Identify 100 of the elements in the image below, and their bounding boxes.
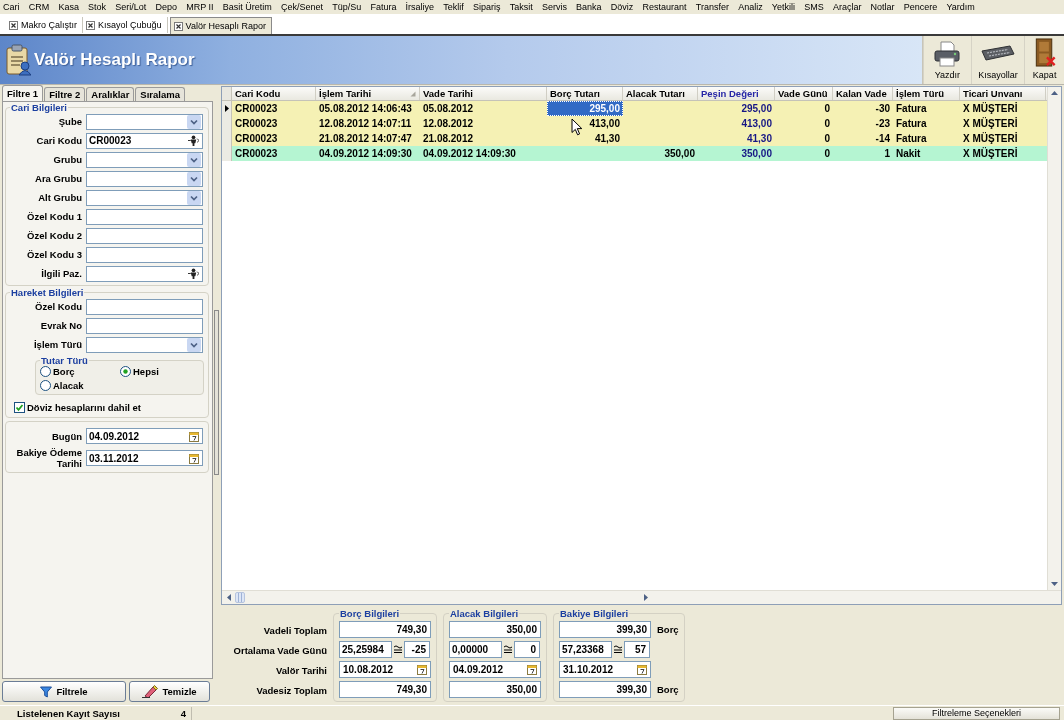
row-selector[interactable] xyxy=(222,101,232,116)
calendar-icon[interactable] xyxy=(527,663,537,675)
action-button[interactable]: Temizle xyxy=(129,681,210,702)
column-header[interactable]: Vade Tarihi xyxy=(420,87,547,100)
menu-item[interactable]: Sipariş xyxy=(468,0,506,14)
checkbox[interactable] xyxy=(14,402,25,413)
tab[interactable]: Filtre 1 xyxy=(2,85,44,101)
chevron-down-icon[interactable] xyxy=(187,152,201,167)
number-field[interactable]: 57,23368 xyxy=(559,640,612,658)
menu-item[interactable]: Kasa xyxy=(53,0,84,14)
person-icon[interactable] xyxy=(188,268,199,279)
text-field[interactable] xyxy=(86,227,203,244)
tab[interactable]: Aralıklar xyxy=(86,87,135,101)
radio-button[interactable] xyxy=(120,366,131,377)
table-row[interactable]: CR00023 12.08.2012 14:07:11 12.08.2012 413,00 413,00 0 -23 Fatura X MÜŞTERİ xyxy=(222,116,1047,131)
lookup-field[interactable]: CR00023 xyxy=(86,132,203,149)
date-field[interactable]: 04.09.2012 xyxy=(449,660,541,678)
menu-item[interactable]: Tüp/Su xyxy=(327,0,366,14)
triangle-up-icon[interactable] xyxy=(1051,91,1058,95)
radio-button[interactable] xyxy=(40,380,51,391)
close-icon[interactable] xyxy=(9,20,18,30)
close-icon[interactable] xyxy=(173,21,183,31)
column-header[interactable]: Borç Tutarı xyxy=(547,87,623,100)
toolbar-button[interactable]: Kapat xyxy=(1024,36,1064,84)
chevron-down-icon[interactable] xyxy=(187,190,201,205)
menu-item[interactable]: Basit Üretim xyxy=(218,0,277,14)
column-header[interactable]: Peşin Değeri xyxy=(698,87,775,100)
menu-item[interactable]: Pencere xyxy=(899,0,942,14)
action-button[interactable]: Filtrele xyxy=(2,681,126,702)
number-field[interactable]: -25 xyxy=(404,640,430,658)
dropdown-field[interactable] xyxy=(86,113,203,130)
number-field[interactable]: 0,00000 xyxy=(449,640,502,658)
menu-item[interactable]: Notlar xyxy=(866,0,900,14)
menu-item[interactable]: Fatura xyxy=(365,0,401,14)
number-field[interactable]: 25,25984 xyxy=(339,640,392,658)
amount-field[interactable]: 399,30 xyxy=(559,620,651,638)
calendar-icon[interactable] xyxy=(189,452,199,464)
menu-item[interactable]: Araçlar xyxy=(828,0,866,14)
lookup-field[interactable] xyxy=(86,265,203,282)
calendar-icon[interactable] xyxy=(637,663,647,675)
menu-item[interactable]: Banka xyxy=(571,0,607,14)
menu-item[interactable]: SMS xyxy=(799,0,829,14)
table-row[interactable]: CR00023 21.08.2012 14:07:47 21.08.2012 41,30 41,30 0 -14 Fatura X MÜŞTERİ xyxy=(222,131,1047,146)
date-field[interactable]: 31.10.2012 xyxy=(559,660,651,678)
toolbar-button[interactable]: Yazdır xyxy=(923,36,971,84)
column-header[interactable]: İşlem Tarihi xyxy=(316,87,420,100)
number-field[interactable]: 57 xyxy=(624,640,650,658)
amount-field[interactable]: 399,30 xyxy=(559,680,651,698)
menu-item[interactable]: Servis xyxy=(537,0,572,14)
number-field[interactable]: 0 xyxy=(514,640,540,658)
menu-item[interactable]: Teklif xyxy=(438,0,469,14)
calendar-icon[interactable] xyxy=(417,663,427,675)
menu-item[interactable]: Yardım xyxy=(941,0,980,14)
menu-item[interactable]: Cari xyxy=(0,0,25,14)
column-header[interactable]: Ticari Unvanı xyxy=(960,87,1046,100)
column-header[interactable]: Alacak Tutarı xyxy=(623,87,698,100)
menu-item[interactable]: MRP II xyxy=(181,0,219,14)
tab[interactable]: Sıralama xyxy=(135,87,185,101)
close-icon[interactable] xyxy=(86,20,95,30)
document-tab[interactable]: Kısayol Çubuğu xyxy=(83,17,168,33)
menu-item[interactable]: Taksit xyxy=(505,0,538,14)
column-header[interactable]: Vade Günü xyxy=(775,87,833,100)
column-header[interactable]: Kalan Vade xyxy=(833,87,893,100)
horizontal-scrollbar[interactable] xyxy=(222,590,1061,604)
table-row[interactable]: CR00023 05.08.2012 14:06:43 05.08.2012 295,00 295,00 0 -30 Fatura X MÜŞTERİ xyxy=(222,101,1047,116)
menu-item[interactable]: Döviz xyxy=(606,0,638,14)
text-field[interactable] xyxy=(86,208,203,225)
dropdown-field[interactable] xyxy=(86,151,203,168)
toolbar-button[interactable]: Kısayollar xyxy=(970,36,1025,84)
person-icon[interactable] xyxy=(188,135,199,146)
menu-item[interactable]: Çek/Senet xyxy=(276,0,328,14)
splitter-handle[interactable] xyxy=(214,310,219,475)
text-field[interactable] xyxy=(86,317,203,334)
table-row[interactable]: CR00023 04.09.2012 14:09:30 04.09.2012 14:09:30 350,00 350,00 0 1 Nakit X MÜŞTERİ xyxy=(222,146,1047,161)
column-header[interactable]: İşlem Türü xyxy=(893,87,960,100)
triangle-down-icon[interactable] xyxy=(1051,582,1058,586)
text-field[interactable] xyxy=(86,298,203,315)
menu-item[interactable]: İrsaliye xyxy=(401,0,439,14)
dropdown-field[interactable] xyxy=(86,189,203,206)
chevron-down-icon[interactable] xyxy=(187,337,201,352)
chevron-down-icon[interactable] xyxy=(187,114,201,129)
date-field[interactable]: 04.09.2012 xyxy=(86,428,203,444)
dropdown-field[interactable] xyxy=(86,170,203,187)
calendar-icon[interactable] xyxy=(189,430,199,442)
tab[interactable]: Filtre 2 xyxy=(44,87,86,101)
menu-item[interactable]: Seri/Lot xyxy=(110,0,151,14)
menu-item[interactable]: CRM xyxy=(24,0,54,14)
radio-button[interactable] xyxy=(40,366,51,377)
document-tab[interactable]: Valör Hesaplı Rapor xyxy=(169,17,272,34)
amount-field[interactable]: 350,00 xyxy=(449,680,541,698)
amount-field[interactable]: 749,30 xyxy=(339,620,431,638)
options-button[interactable]: Filtreleme Seçenekleri xyxy=(893,706,1060,720)
menu-item[interactable]: Depo xyxy=(150,0,182,14)
column-header[interactable]: Cari Kodu xyxy=(232,87,316,100)
amount-field[interactable]: 749,30 xyxy=(339,680,431,698)
menu-item[interactable]: Analiz xyxy=(733,0,768,14)
vertical-scrollbar[interactable] xyxy=(1047,87,1061,590)
text-field[interactable] xyxy=(86,246,203,263)
menu-item[interactable]: Transfer xyxy=(691,0,734,14)
document-tab[interactable]: Makro Çalıştır xyxy=(6,17,83,33)
